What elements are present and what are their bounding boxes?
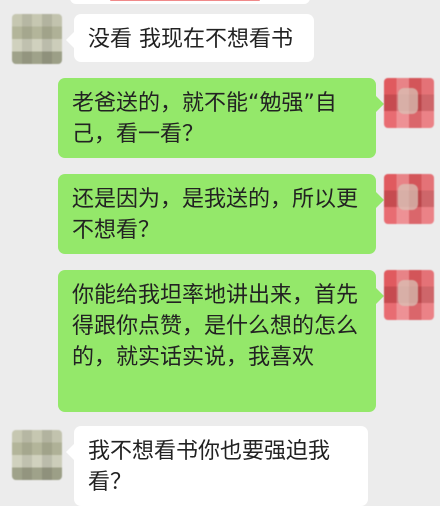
outgoing-message-bubble[interactable]: 还是因为，是我送的，所以更不想看？ xyxy=(58,174,384,254)
bubble-tail xyxy=(376,288,384,304)
outgoing-message-bubble[interactable]: 你能给我坦率地讲出来，首先得跟你点赞，是什么想的怎么的，就实话实说，我喜欢 xyxy=(58,270,384,412)
bubble-tail xyxy=(66,32,74,48)
chat-window: 没看 我现在不想看书 老爸送的，就不能“勉强”自己，看一看？ 还是因为，是我送的… xyxy=(0,0,440,506)
message-text: 老爸送的，就不能“勉强”自己，看一看？ xyxy=(72,91,337,147)
message-text: 你能给我坦率地讲出来，首先得跟你点赞，是什么想的怎么的，就实话实说，我喜欢 xyxy=(72,283,359,370)
message-text: 没看 我现在不想看书 xyxy=(88,27,293,52)
message-text: 我不想看书你也要强迫我看？ xyxy=(88,439,331,495)
bubble-tail xyxy=(376,192,384,208)
incoming-message-bubble[interactable]: 没看 我现在不想看书 xyxy=(66,14,314,62)
contact-avatar[interactable] xyxy=(12,430,62,480)
self-avatar[interactable] xyxy=(384,174,434,224)
outgoing-message-bubble[interactable]: 老爸送的，就不能“勉强”自己，看一看？ xyxy=(58,78,384,158)
previous-message-bubble-cropped xyxy=(70,0,310,4)
incoming-message-bubble[interactable]: 我不想看书你也要强迫我看？ xyxy=(66,426,368,506)
contact-avatar[interactable] xyxy=(12,14,62,64)
bubble-tail xyxy=(66,444,74,460)
self-avatar[interactable] xyxy=(384,270,434,320)
bubble-tail xyxy=(376,96,384,112)
message-text: 还是因为，是我送的，所以更不想看？ xyxy=(72,187,359,243)
self-avatar[interactable] xyxy=(384,78,434,128)
